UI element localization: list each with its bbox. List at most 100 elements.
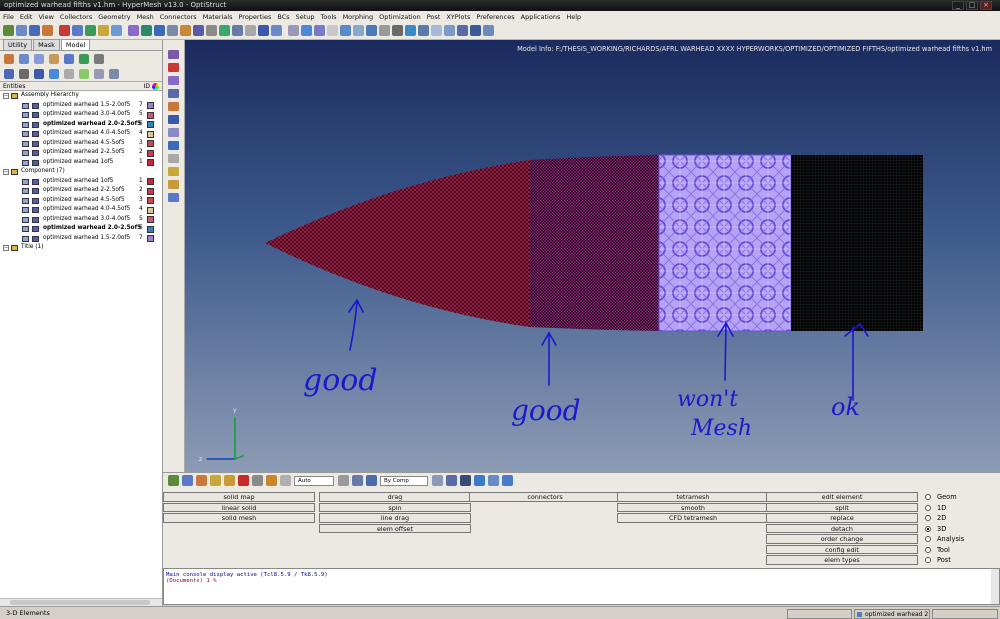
lighting-icon[interactable] [352,475,363,486]
color-swatch[interactable] [147,235,154,242]
visualization-options-icon[interactable] [168,76,179,85]
color-swatch[interactable] [147,206,154,214]
color-swatch[interactable] [147,102,154,109]
open-model-icon[interactable] [3,25,14,36]
display-icon[interactable] [488,475,499,486]
circle-zoom-icon[interactable] [245,25,256,36]
radio-button-icon[interactable] [925,504,931,511]
visibility-icon[interactable] [22,121,29,128]
tree-title-folder[interactable]: − Title (1) [0,243,162,253]
visibility-icon[interactable] [22,178,29,185]
delete-icon[interactable] [238,475,249,486]
tree-item[interactable]: optimized warhead 4.0-4.5of5 4 [0,205,162,215]
menu-setup[interactable]: Setup [296,13,315,21]
config-edit-button[interactable]: config edit [766,544,918,554]
arrows-icon[interactable] [470,25,481,36]
box-zoom-icon[interactable] [232,25,243,36]
perspective-icon[interactable] [327,25,338,36]
view-iso-icon[interactable] [314,25,325,36]
lighting-icon[interactable] [405,25,416,36]
grid-icon[interactable] [168,193,179,202]
geometry-icon[interactable] [168,475,179,486]
tree-item[interactable]: optimized warhead 2-2.5of5 2 [0,186,162,196]
tetramesh-button[interactable]: tetramesh [617,492,769,502]
radio-tool[interactable]: Tool [925,545,950,555]
visibility-icon[interactable] [22,235,29,242]
maximize-button[interactable]: □ [966,1,978,10]
view-icon[interactable] [366,475,377,486]
tree-component-folder[interactable]: − Component (7) [0,167,162,177]
elem-types-button[interactable]: elem types [766,555,918,565]
drag-button[interactable]: drag [319,492,471,502]
menu-edit[interactable]: Edit [20,13,33,21]
visibility-icon[interactable] [22,140,29,147]
loads-icon[interactable] [210,475,221,486]
color-swatch[interactable] [147,197,154,204]
view-front-icon[interactable] [288,25,299,36]
line-drag-button[interactable]: line drag [319,513,471,523]
mesh-lines-icon[interactable] [446,475,457,486]
menu-mesh[interactable]: Mesh [137,13,154,21]
visibility-icon[interactable] [22,188,29,194]
monitor-icon[interactable] [502,475,513,486]
undo-icon[interactable] [59,25,70,36]
radio-button-icon[interactable] [925,557,931,563]
color-swatch[interactable] [147,178,154,185]
tree-item[interactable]: optimized warhead 4.5-5of5 3 [0,196,162,206]
shade-icon[interactable] [379,25,390,36]
filter-icon[interactable] [64,53,74,64]
detach-button[interactable]: detach [766,523,918,533]
results-icon[interactable] [168,89,179,98]
hand-icon[interactable] [444,25,455,36]
visibility-icon[interactable] [22,131,29,137]
visibility-icon[interactable] [22,150,29,156]
menu-morphing[interactable]: Morphing [343,13,374,21]
visibility-icon[interactable] [22,159,29,166]
console-scrollbar[interactable] [991,569,999,604]
center-icon[interactable] [206,25,217,36]
elem-offset-button[interactable]: elem offset [319,523,471,533]
menu-applications[interactable]: Applications [521,13,561,21]
tree-item[interactable]: optimized warhead 1of5 1 [0,158,162,168]
minimize-button[interactable]: _ [952,1,964,10]
pan-icon[interactable] [154,25,165,36]
color-swatch[interactable] [147,187,154,195]
solid-map-button[interactable]: solid map [163,492,315,502]
edit-element-button[interactable]: edit element [766,492,918,502]
color-swatch[interactable] [147,121,154,128]
visibility-icon[interactable] [22,226,29,232]
solid-mesh-button[interactable]: solid mesh [163,513,315,523]
replace-button[interactable]: replace [766,513,918,523]
tree-item[interactable]: optimized warhead 3.0-4.0of5 5 [0,215,162,225]
menu-connectors[interactable]: Connectors [160,13,197,21]
radio-3d[interactable]: 3D [925,524,946,534]
visibility-icon[interactable] [22,102,29,109]
fit-icon[interactable] [193,25,204,36]
connectors-button[interactable]: connectors [469,492,621,502]
linear-solid-button[interactable]: linear solid [163,502,315,512]
magnify-icon[interactable] [431,25,442,36]
tab-mask[interactable]: Mask [33,39,60,50]
spin-button[interactable]: spin [319,502,471,512]
import-icon[interactable] [34,53,44,64]
menu-post[interactable]: Post [427,13,441,21]
collapse-icon[interactable] [19,68,29,79]
tree-item[interactable]: optimized warhead 4.0-4.5of5 4 [0,129,162,139]
tree-item[interactable]: optimized warhead 2.0-2.5of5 6 [0,120,162,130]
graphics-viewport[interactable]: Model Info: F:/THESIS_WORKING/RICHARDS/A… [185,40,1000,472]
scrollbar-thumb[interactable] [10,600,150,605]
settings-icon[interactable] [94,53,104,64]
hide-icon[interactable] [49,68,59,79]
redo-icon[interactable] [72,25,83,36]
menu-view[interactable]: View [38,13,53,21]
color-swatch[interactable] [147,225,154,233]
collapse-icon[interactable]: − [3,245,9,251]
model-graphics[interactable]: Y z good good won't Mesh ok [185,40,1000,472]
contour-icon[interactable] [168,102,179,111]
color-swatch[interactable] [147,149,154,157]
tree-assembly-hierarchy[interactable]: − Assembly Hierarchy [0,91,162,101]
color-swatch[interactable] [147,216,154,223]
collapse-icon[interactable]: − [3,93,9,99]
reverse-icon[interactable] [109,68,119,79]
entity-labels-icon[interactable] [168,128,179,137]
